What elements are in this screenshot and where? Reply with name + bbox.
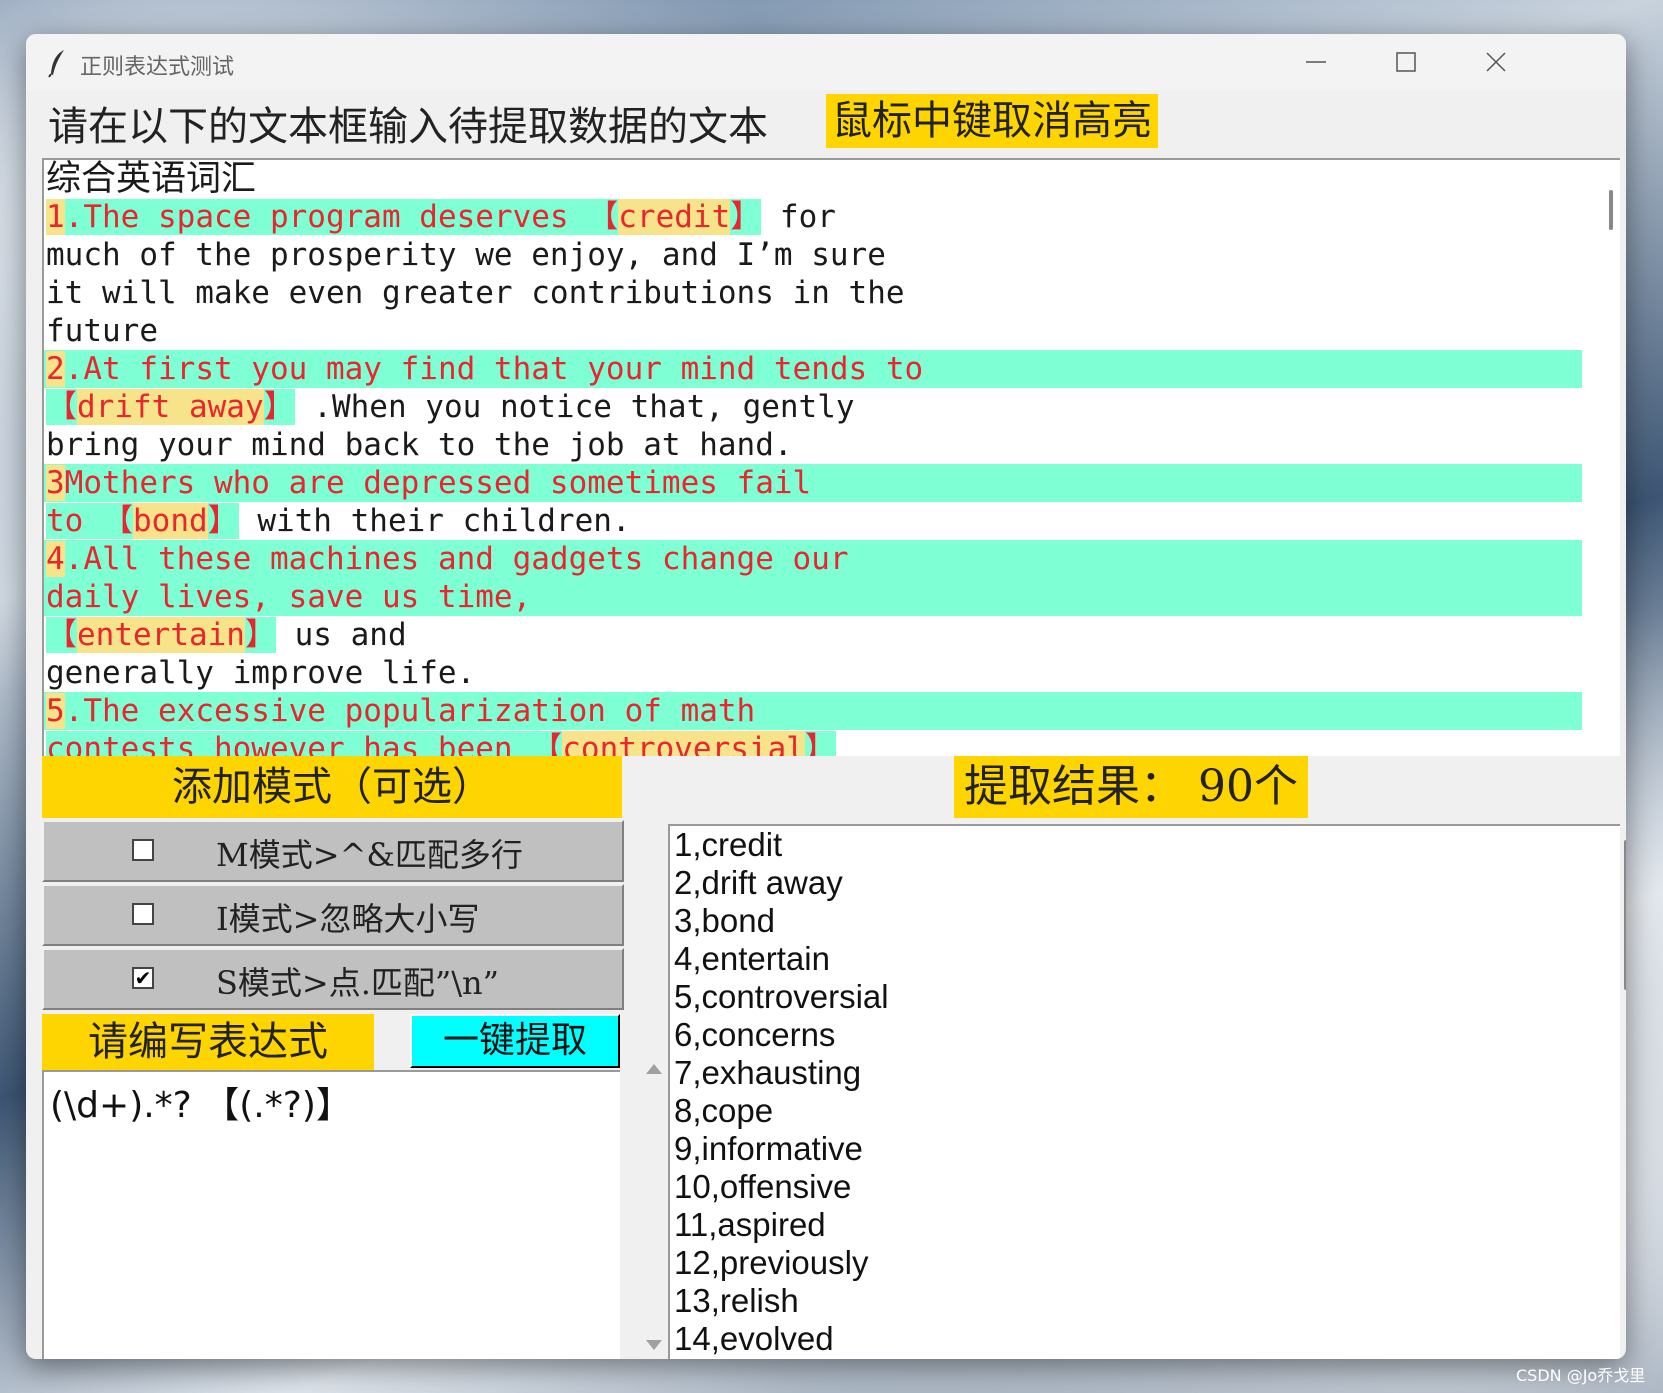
instruction-label: 请在以下的文本框输入待提取数据的文本: [48, 104, 768, 150]
result-item[interactable]: 4,entertain: [670, 940, 1620, 978]
text-line: 4.All these machines and gadgets change …: [44, 540, 1604, 578]
mode-m-row[interactable]: M模式>^&匹配多行: [42, 820, 624, 882]
text-line: to 【bond】 with their children.: [46, 503, 631, 539]
mode-m-checkbox[interactable]: [132, 839, 154, 861]
scroll-down-icon[interactable]: [646, 1340, 662, 1350]
result-item[interactable]: 9,informative: [670, 1130, 1620, 1168]
text-scrollbar[interactable]: [1609, 190, 1613, 230]
mode-i-checkbox[interactable]: [132, 903, 154, 925]
result-item[interactable]: 1,credit: [670, 826, 1620, 864]
result-item[interactable]: 6,concerns: [670, 1016, 1620, 1054]
scroll-up-icon[interactable]: [646, 1064, 662, 1074]
result-item[interactable]: 2,drift away: [670, 864, 1620, 902]
result-item[interactable]: 10,offensive: [670, 1168, 1620, 1206]
result-item[interactable]: 8,cope: [670, 1092, 1620, 1130]
app-window: 正则表达式测试 请在以下的文本框输入待提取数据的文本 鼠标中键取消高亮 综合英语…: [26, 34, 1626, 1359]
close-icon: [1486, 52, 1506, 72]
extract-button[interactable]: 一键提取: [410, 1014, 620, 1068]
result-list[interactable]: 1,credit 2,drift away 3,bond 4,entertain 5,c…: [668, 824, 1620, 1359]
expression-input[interactable]: (\d+).*? 【(.*?)】: [42, 1070, 620, 1359]
result-items: 1,credit 2,drift away 3,bond 4,entertain 5,c…: [670, 826, 1620, 1358]
expression-label: 请编写表达式: [42, 1014, 374, 1070]
text-line: future: [46, 313, 158, 349]
mode-i-label: I模式>忽略大小写: [216, 900, 480, 938]
text-line: 【entertain】 us and: [46, 617, 407, 653]
title-bar[interactable]: 正则表达式测试: [26, 34, 1626, 90]
source-text-content[interactable]: 综合英语词汇 1.The space program deserves 【cred…: [44, 160, 1604, 756]
result-scrollbar[interactable]: [1624, 840, 1626, 990]
mode-s-label: S模式>点.匹配”\n”: [216, 964, 500, 1002]
mode-m-label: M模式>^&匹配多行: [216, 836, 523, 874]
minimize-button[interactable]: [1296, 42, 1336, 82]
expression-value: (\d+).*? 【(.*?)】: [50, 1085, 352, 1126]
window-title: 正则表达式测试: [80, 55, 235, 80]
result-item[interactable]: 5,controversial: [670, 978, 1620, 1016]
close-button[interactable]: [1476, 42, 1516, 82]
text-line: it will make even greater contributions …: [46, 275, 905, 311]
text-line: 2.At first you may find that your mind t…: [44, 350, 1604, 388]
text-line: 5.The excessive popularization of math: [44, 692, 1604, 730]
result-item[interactable]: 11,aspired: [670, 1206, 1620, 1244]
minimize-icon: [1306, 61, 1326, 63]
result-item[interactable]: 12,previously: [670, 1244, 1620, 1282]
mode-s-checkbox[interactable]: ✔: [132, 967, 154, 989]
result-item[interactable]: 14,evolved: [670, 1320, 1620, 1358]
text-line: bring your mind back to the job at hand.: [46, 427, 793, 463]
result-item[interactable]: 7,exhausting: [670, 1054, 1620, 1092]
text-line: generally improve life.: [46, 655, 476, 691]
maximize-button[interactable]: [1386, 42, 1426, 82]
text-line: 【drift away】 .When you notice that, gent…: [46, 389, 855, 425]
source-text-area[interactable]: 综合英语词汇 1.The space program deserves 【cred…: [42, 158, 1620, 756]
text-line: 综合英语词汇: [46, 160, 257, 199]
mode-section-header: 添加模式（可选）: [42, 756, 622, 818]
text-line: much of the prosperity we enjoy, and I’m…: [46, 237, 886, 273]
result-item[interactable]: 13,relish: [670, 1282, 1620, 1320]
text-line: 1.The space program deserves 【credit】 fo…: [46, 199, 836, 235]
feather-icon: [48, 50, 64, 78]
result-count-header: 提取结果： 90个: [954, 756, 1308, 818]
watermark: CSDN @Jo乔戈里: [1516, 1366, 1646, 1385]
middle-click-hint: 鼠标中键取消高亮: [826, 94, 1158, 148]
result-item[interactable]: 3,bond: [670, 902, 1620, 940]
text-line: contests however has been 【controversial…: [44, 730, 1604, 756]
mode-s-row[interactable]: ✔ S模式>点.匹配”\n”: [42, 948, 624, 1010]
maximize-icon: [1396, 52, 1416, 72]
text-line: 3Mothers who are depressed sometimes fai…: [44, 464, 1604, 502]
mode-i-row[interactable]: I模式>忽略大小写: [42, 884, 624, 946]
text-line: daily lives, save us time,: [44, 578, 1604, 616]
